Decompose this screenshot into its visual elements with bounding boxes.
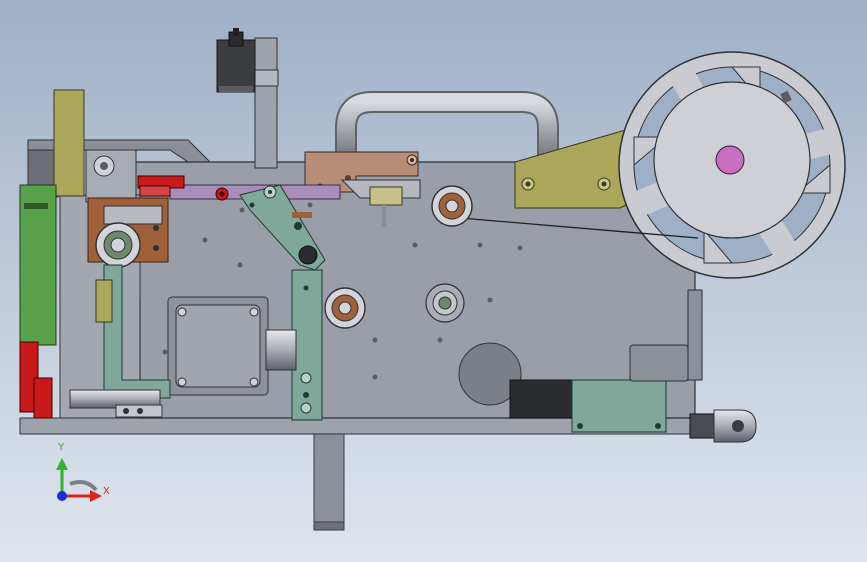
adjustment-knob[interactable]	[689, 409, 757, 443]
axis-triad	[56, 458, 102, 502]
olive-small-block	[95, 279, 113, 323]
triad-x-arrow	[90, 490, 102, 502]
roller-center[interactable]	[324, 287, 366, 329]
tape-reel[interactable]	[618, 51, 846, 279]
cad-viewport[interactable]: X Y	[0, 0, 867, 562]
cad-model-view[interactable]	[0, 0, 867, 562]
triad-z-origin	[57, 491, 67, 501]
roller-mid-gray[interactable]	[425, 283, 465, 323]
triad-y-arrow	[56, 458, 68, 470]
top-motor-post	[216, 28, 279, 169]
roller-upper-right[interactable]	[431, 185, 473, 227]
olive-left-column	[53, 89, 85, 197]
green-side-panel	[19, 184, 57, 419]
bottom-stand-bracket	[313, 431, 345, 531]
roller-left[interactable]	[95, 222, 141, 268]
left-clamp	[85, 149, 137, 203]
